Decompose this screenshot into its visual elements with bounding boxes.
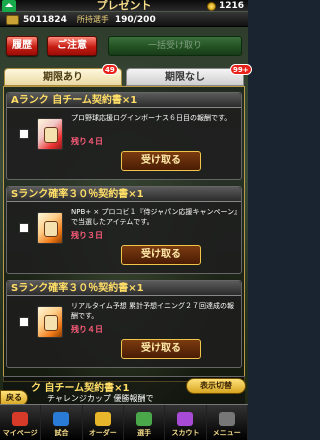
history-button[interactable]: 履歴 bbox=[6, 36, 38, 56]
nav-mypage[interactable]: マイページ bbox=[0, 405, 42, 440]
nav-scout[interactable]: スカウト bbox=[165, 405, 207, 440]
nav-label: マイページ bbox=[2, 429, 38, 437]
notice-button[interactable]: ご注意 bbox=[47, 36, 97, 56]
nav-label: 選手 bbox=[137, 429, 152, 437]
card-title: Sランク確率３０％契約書×1 bbox=[7, 281, 241, 296]
nav-menu[interactable]: メニュー bbox=[207, 405, 248, 440]
card-remaining: 残り４日 bbox=[71, 137, 103, 146]
card-description: プロ野球応援ログインボーナス６日目の報酬です。 bbox=[71, 114, 232, 122]
tab-bar: 期限あり 49 期限なし 99+ bbox=[0, 64, 252, 86]
scout-icon bbox=[177, 412, 194, 426]
card-remaining: 残り３日 bbox=[71, 231, 103, 240]
select-checkbox[interactable] bbox=[19, 317, 29, 327]
nav-game[interactable]: 試合 bbox=[41, 405, 83, 440]
card-title: Sランク確率３０％契約書×1 bbox=[7, 187, 241, 202]
nav-label: 試合 bbox=[54, 429, 69, 437]
status-bar: 5011824 所持選手 190/200 bbox=[0, 13, 248, 27]
page-title: プレゼント bbox=[96, 0, 152, 12]
player-icon bbox=[136, 412, 153, 426]
game-icon bbox=[53, 412, 70, 426]
contract-thumbnail-icon bbox=[37, 212, 63, 244]
receive-button[interactable]: 受け取る bbox=[121, 151, 201, 171]
card-remaining: 残り４日 bbox=[71, 325, 103, 334]
present-card: Sランク確率３０％契約書×1 リアルタイム予想 累計予想イニング２７回達成の報酬… bbox=[6, 280, 242, 368]
contract-thumbnail-icon bbox=[37, 118, 63, 150]
money-value: 5011824 bbox=[23, 14, 67, 25]
card-title: ク 自チーム契約書×1 bbox=[31, 383, 130, 394]
players-label: 所持選手 bbox=[76, 15, 109, 24]
players-count: 190/200 bbox=[114, 14, 156, 25]
header-bar: プレゼント 1216 bbox=[0, 0, 248, 12]
order-icon bbox=[94, 412, 111, 426]
toggle-display-button[interactable]: 表示切替 bbox=[186, 378, 246, 394]
select-checkbox[interactable] bbox=[19, 223, 29, 233]
tab-no-deadline-badge: 99+ bbox=[230, 64, 252, 75]
nav-label: メニュー bbox=[212, 429, 241, 437]
nav-player[interactable]: 選手 bbox=[124, 405, 166, 440]
nav-label: スカウト bbox=[171, 429, 200, 437]
select-checkbox[interactable] bbox=[19, 129, 29, 139]
action-buttons: 履歴 ご注意 一括受け取り bbox=[0, 36, 248, 58]
coin-icon bbox=[206, 1, 216, 11]
coin-count: 1216 bbox=[218, 1, 244, 11]
receive-button[interactable]: 受け取る bbox=[121, 245, 201, 265]
collect-all-button[interactable]: 一括受け取り bbox=[108, 36, 242, 56]
card-title: Aランク 自チーム契約書×1 bbox=[7, 93, 241, 108]
tab-no-deadline[interactable]: 期限なし bbox=[126, 68, 244, 86]
nav-label: オーダー bbox=[88, 429, 117, 437]
receive-button[interactable]: 受け取る bbox=[121, 339, 201, 359]
card-description: リアルタイム予想 累計予想イニング２７回達成の報酬です。 bbox=[71, 302, 235, 320]
nav-order[interactable]: オーダー bbox=[83, 405, 124, 440]
present-card: Sランク確率３０％契約書×1 NPB+ × プロコビ１『侍ジャパン応援キャンペー… bbox=[6, 186, 242, 274]
mypage-icon bbox=[12, 412, 29, 426]
present-card: Aランク 自チーム契約書×1 プロ野球応援ログインボーナス６日目の報酬です。 残… bbox=[6, 92, 242, 180]
bottom-nav: マイページ 試合 オーダー 選手 スカウト メニュー bbox=[0, 404, 248, 440]
tab-with-deadline-badge: 49 bbox=[102, 64, 118, 75]
menu-icon bbox=[218, 412, 235, 426]
money-icon bbox=[6, 14, 19, 25]
home-icon[interactable] bbox=[2, 0, 16, 12]
contract-thumbnail-icon bbox=[37, 306, 63, 338]
card-description: NPB+ × プロコビ１『侍ジャパン応援キャンペーン』で当選したアイテムです。 bbox=[71, 208, 238, 226]
coin-area: 1216 bbox=[206, 0, 244, 12]
card-description: チャレンジカップ 優勝報酬で bbox=[47, 394, 154, 403]
